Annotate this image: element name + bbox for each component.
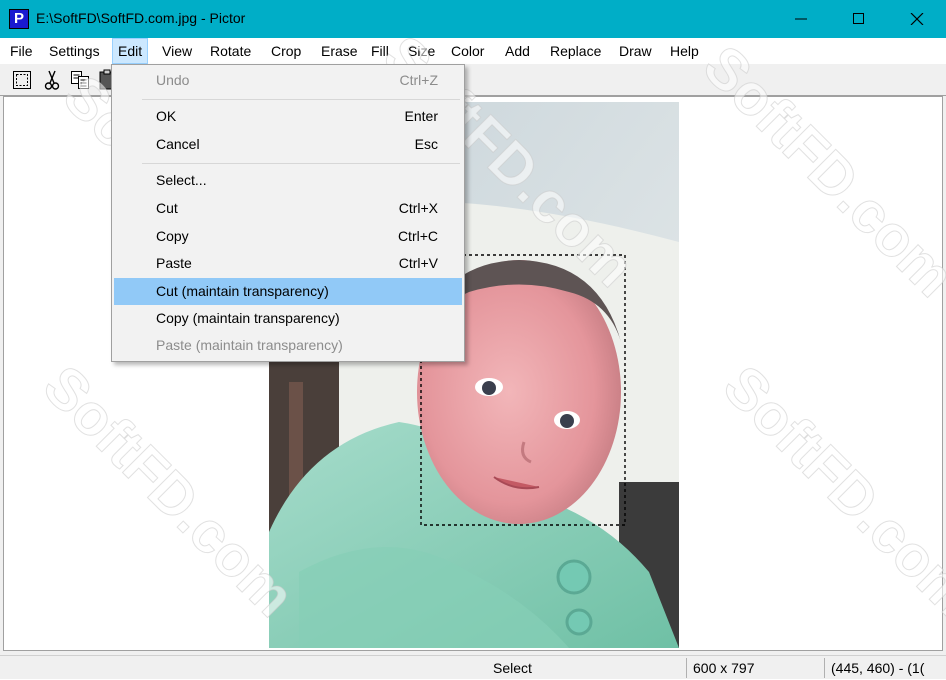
- status-mode: Select: [493, 660, 532, 676]
- cut-button[interactable]: [40, 68, 64, 92]
- menu-erase[interactable]: Erase: [316, 38, 363, 64]
- menu-fill[interactable]: Fill: [366, 38, 394, 64]
- status-image-size: 600 x 797: [693, 660, 755, 676]
- menu-item-cut[interactable]: Cut Ctrl+X: [114, 195, 462, 222]
- menu-bar: File Settings Edit View Rotate Crop Eras…: [0, 38, 946, 64]
- copy-button[interactable]: [68, 68, 92, 92]
- title-bar[interactable]: P E:\SoftFD\SoftFD.com.jpg - Pictor: [0, 0, 946, 38]
- status-bar: Select 600 x 797 (445, 460) - (1(: [0, 655, 946, 679]
- menu-item-ok[interactable]: OK Enter: [114, 103, 462, 130]
- menu-item-copy[interactable]: Copy Ctrl+C: [114, 223, 462, 250]
- menu-item-copy-maintain-transparency[interactable]: Copy (maintain transparency): [114, 305, 462, 332]
- pictor-app-icon[interactable]: P: [9, 9, 29, 29]
- minimize-button[interactable]: [772, 0, 830, 38]
- menu-separator: [142, 163, 460, 164]
- copy-icon: [71, 71, 89, 89]
- status-cursor-position: (445, 460) - (1(: [831, 660, 925, 676]
- menu-item-undo[interactable]: Undo Ctrl+Z: [114, 67, 462, 94]
- menu-settings[interactable]: Settings: [44, 38, 105, 64]
- select-rect-button[interactable]: [10, 68, 34, 92]
- menu-item-paste[interactable]: Paste Ctrl+V: [114, 250, 462, 277]
- menu-item-paste-maintain-transparency[interactable]: Paste (maintain transparency): [114, 332, 462, 359]
- edit-dropdown-menu: Undo Ctrl+Z OK Enter Cancel Esc Select..…: [111, 64, 465, 362]
- scissors-icon: [44, 70, 60, 90]
- menu-item-select[interactable]: Select...: [114, 167, 462, 194]
- menu-file[interactable]: File: [5, 38, 38, 64]
- menu-item-cancel[interactable]: Cancel Esc: [114, 131, 462, 158]
- menu-crop[interactable]: Crop: [266, 38, 306, 64]
- status-separator: [686, 658, 687, 678]
- status-separator: [824, 658, 825, 678]
- maximize-button[interactable]: [830, 0, 888, 38]
- menu-size[interactable]: Size: [403, 38, 440, 64]
- menu-replace[interactable]: Replace: [545, 38, 606, 64]
- menu-rotate[interactable]: Rotate: [205, 38, 256, 64]
- close-icon: [910, 13, 924, 25]
- minimize-icon: [795, 18, 807, 20]
- menu-edit[interactable]: Edit: [112, 38, 149, 64]
- menu-separator: [142, 99, 460, 100]
- menu-color[interactable]: Color: [446, 38, 489, 64]
- app-window: P E:\SoftFD\SoftFD.com.jpg - Pictor File…: [0, 0, 946, 679]
- menu-item-cut-maintain-transparency[interactable]: Cut (maintain transparency): [114, 278, 462, 305]
- maximize-icon: [853, 13, 864, 24]
- window-title: E:\SoftFD\SoftFD.com.jpg - Pictor: [36, 10, 246, 26]
- menu-help[interactable]: Help: [665, 38, 704, 64]
- menu-draw[interactable]: Draw: [614, 38, 657, 64]
- close-button[interactable]: [888, 0, 946, 38]
- menu-view[interactable]: View: [157, 38, 197, 64]
- select-rect-icon: [13, 71, 31, 89]
- menu-add[interactable]: Add: [500, 38, 535, 64]
